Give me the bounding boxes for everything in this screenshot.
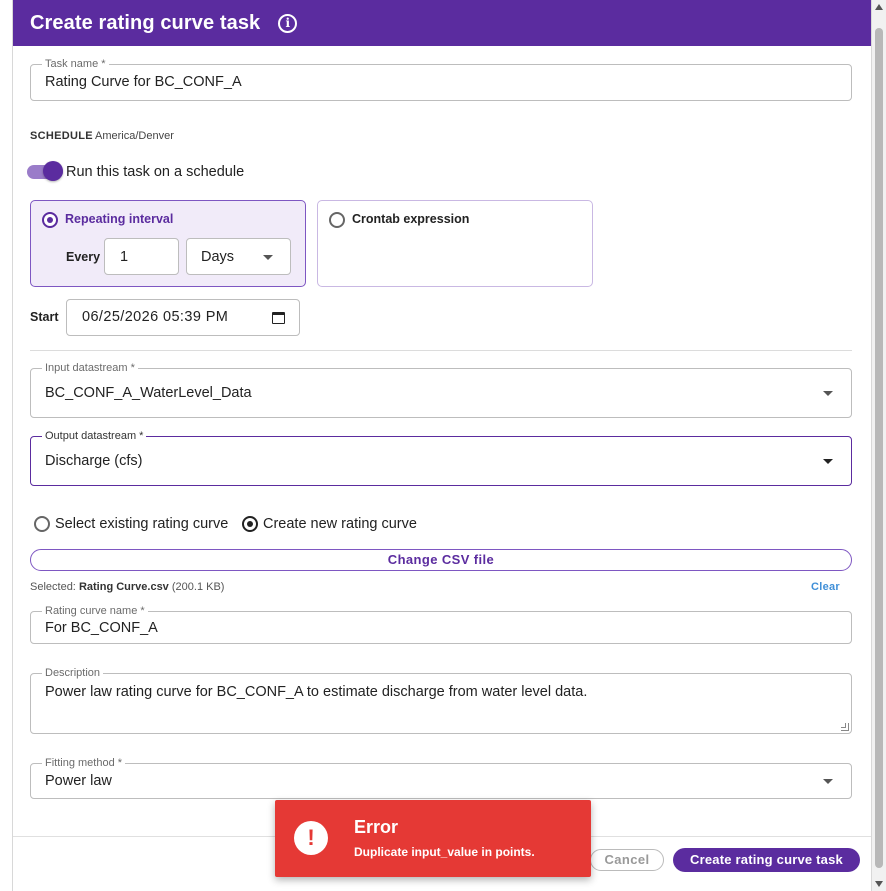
scrollbar[interactable] [872,0,886,891]
chevron-down-icon [823,391,833,396]
dialog-header: Create rating curve task i [13,0,871,46]
output-datastream-value: Discharge (cfs) [45,453,143,469]
selected-file-size: (200.1 KB) [171,581,225,593]
fitting-method-select[interactable]: Fitting method * Power law [30,756,852,799]
toast-title: Error [354,817,399,837]
create-task-button[interactable]: Create rating curve task [673,848,860,872]
toast-message: Duplicate input_value in points. [354,845,535,859]
repeating-interval-card[interactable]: Repeating interval Every 1 Days [30,200,306,287]
info-icon[interactable]: i [278,13,298,33]
repeating-interval-title: Repeating interval [65,212,174,226]
select-existing-curve-label[interactable]: Select existing rating curve [55,516,228,532]
rating-curve-name-label: Rating curve name * [42,604,148,618]
interval-unit-select[interactable]: Days [186,238,291,275]
input-datastream-value: BC_CONF_A_WaterLevel_Data [45,385,252,401]
schedule-heading: SCHEDULE [30,130,93,142]
output-datastream-select[interactable]: Output datastream * Discharge (cfs) [30,429,852,486]
selected-file-info: Selected: Rating Curve.csv (200.1 KB) [30,581,224,593]
schedule-toggle-knob[interactable] [43,161,63,181]
schedule-toggle-label: Run this task on a schedule [66,164,245,180]
crontab-title: Crontab expression [352,212,470,226]
rating-curve-name-field[interactable]: Rating curve name * For BC_CONF_A [30,604,852,644]
description-textarea[interactable]: Description Power law rating curve for B… [30,666,852,734]
scroll-down-icon[interactable] [875,881,883,887]
create-task-dialog: Create rating curve task i Task name * R… [12,0,872,891]
interval-unit-value: Days [201,249,235,265]
clear-file-link[interactable]: Clear [811,581,840,593]
section-divider [30,350,852,351]
error-icon: ! [294,821,328,855]
every-label: Every [66,250,101,264]
task-name-value: Rating Curve for BC_CONF_A [45,74,242,90]
calendar-icon[interactable] [272,312,285,324]
description-label: Description [42,666,104,680]
change-csv-button[interactable]: Change CSV file [30,549,852,571]
task-name-field[interactable]: Task name * Rating Curve for BC_CONF_A [30,57,852,101]
rating-curve-name-value: For BC_CONF_A [45,620,158,636]
create-new-curve-radio[interactable] [242,516,258,532]
resize-grip-icon[interactable] [841,723,849,731]
start-datetime-value: 06/25/2026 05:39 PM [82,309,229,325]
chevron-down-icon [823,459,833,464]
select-existing-curve-radio[interactable] [34,516,50,532]
cancel-button[interactable]: Cancel [590,849,664,871]
scroll-thumb[interactable] [875,28,883,868]
selected-prefix: Selected: [30,581,76,593]
fitting-method-value: Power law [45,773,112,789]
crontab-card[interactable]: Crontab expression [317,200,593,287]
input-datastream-label: Input datastream * [42,361,138,375]
description-value: Power law rating curve for BC_CONF_A to … [45,684,588,700]
start-label: Start [30,310,59,324]
input-datastream-select[interactable]: Input datastream * BC_CONF_A_WaterLevel_… [30,361,852,418]
selected-file-name: Rating Curve.csv [78,581,169,593]
output-datastream-label: Output datastream * [42,429,147,443]
create-new-curve-label[interactable]: Create new rating curve [263,516,417,532]
repeating-interval-radio[interactable] [42,212,58,228]
crontab-radio[interactable] [329,212,345,228]
scroll-up-icon[interactable] [875,4,883,10]
dialog-title: Create rating curve task [30,11,261,34]
every-value-input[interactable]: 1 [104,238,179,275]
schedule-timezone: America/Denver [95,130,174,142]
start-datetime-input[interactable]: 06/25/2026 05:39 PM [66,299,300,336]
chevron-down-icon [823,779,833,784]
fitting-method-label: Fitting method * [42,756,126,770]
chevron-down-icon [263,255,273,260]
error-toast: ! Error Duplicate input_value in points. [275,800,591,877]
task-name-label: Task name * [42,57,109,71]
every-value: 1 [120,249,129,265]
